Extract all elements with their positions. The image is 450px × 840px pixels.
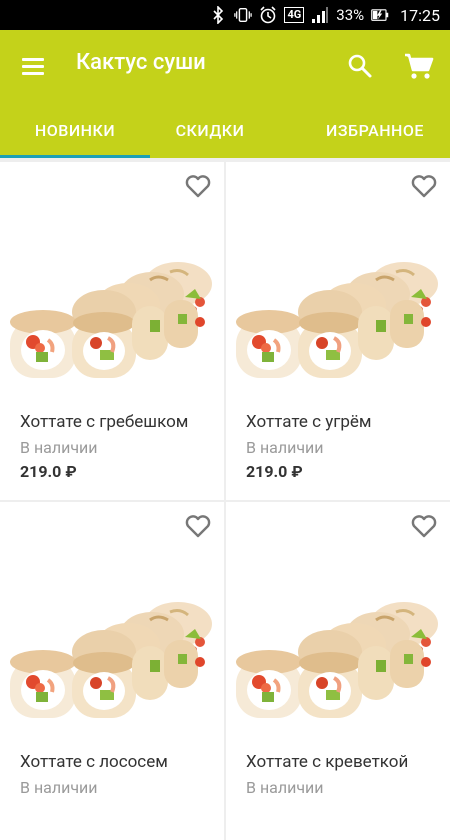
product-card[interactable]: Хоттате с гребешком В наличии 219.0 ₽ [0, 162, 224, 500]
tab-indicator [0, 155, 150, 158]
product-grid: Хоттате с гребешком В наличии 219.0 ₽ Хо… [0, 162, 450, 840]
product-image [8, 600, 214, 720]
battery-charging-icon [371, 6, 389, 24]
search-icon[interactable] [344, 50, 376, 82]
app-title: Кактус суши [76, 50, 206, 75]
product-card[interactable]: Хоттате с лососем В наличии [0, 502, 224, 840]
product-stock: В наличии [246, 778, 324, 797]
product-price: 219.0 ₽ [246, 462, 303, 481]
product-name: Хоттате с лососем [20, 752, 168, 772]
tab-discounts[interactable]: СКИДКИ [150, 102, 270, 158]
clock: 17:25 [400, 5, 440, 25]
heart-outline-icon[interactable] [410, 172, 438, 200]
status-bar: 4G 33% 17:25 [0, 0, 450, 30]
product-name: Хоттате с угрём [246, 412, 372, 432]
product-stock: В наличии [20, 778, 98, 797]
product-card[interactable]: Хоттате с креветкой В наличии [226, 502, 450, 840]
product-stock: В наличии [246, 438, 324, 457]
bluetooth-icon [209, 6, 227, 24]
battery-percent: 33% [336, 6, 365, 24]
toolbar: Кактус суши [0, 30, 450, 102]
alarm-icon [259, 6, 277, 24]
product-stock: В наличии [20, 438, 98, 457]
network-type-badge: 4G [284, 7, 305, 23]
tab-new[interactable]: НОВИНКИ [0, 102, 150, 158]
signal-icon [311, 6, 329, 24]
product-image [234, 600, 440, 720]
product-name: Хоттате с креветкой [246, 752, 409, 772]
cart-icon[interactable] [402, 50, 436, 82]
status-icons: 4G 33% 17:25 [209, 0, 440, 30]
product-name: Хоттате с гребешком [20, 412, 189, 432]
product-image [8, 260, 214, 380]
product-card[interactable]: Хоттате с угрём В наличии 219.0 ₽ [226, 162, 450, 500]
heart-outline-icon[interactable] [410, 512, 438, 540]
heart-outline-icon[interactable] [184, 172, 212, 200]
product-price: 219.0 ₽ [20, 462, 77, 481]
tab-favorites[interactable]: ИЗБРАННОЕ [300, 102, 450, 158]
heart-outline-icon[interactable] [184, 512, 212, 540]
app-bar: Кактус суши НОВИНКИ СКИДКИ ИЗБРАННОЕ [0, 30, 450, 158]
menu-icon[interactable] [18, 52, 48, 80]
product-image [234, 260, 440, 380]
tab-bar: НОВИНКИ СКИДКИ ИЗБРАННОЕ [0, 102, 450, 158]
vibrate-icon [234, 6, 253, 24]
